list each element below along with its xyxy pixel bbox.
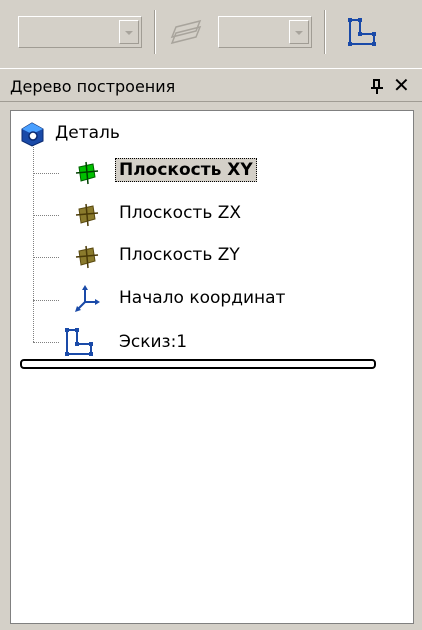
style-combo[interactable] (18, 16, 142, 48)
tree-connector (33, 215, 59, 216)
tree-item-label: Деталь (55, 123, 120, 143)
tree-connector (33, 300, 59, 301)
panel-header: Дерево построения ✕ (0, 68, 422, 102)
panel-title: Дерево построения (10, 77, 176, 96)
tree-item-root[interactable]: Деталь (19, 119, 219, 157)
layers-icon[interactable] (170, 17, 204, 47)
part-icon (21, 122, 44, 147)
toolbar (0, 0, 422, 68)
chevron-down-icon[interactable] (289, 20, 309, 44)
plane-icon (75, 161, 99, 185)
close-button[interactable]: ✕ (393, 75, 410, 95)
panel-splitter[interactable] (20, 359, 376, 369)
toolbar-separator (154, 10, 156, 54)
tree-connector (33, 342, 59, 343)
pin-icon[interactable] (369, 77, 385, 95)
tree-item-plane-xy[interactable]: Плоскость XY (59, 155, 299, 193)
tree-item-plane-zx[interactable]: Плоскость ZX (59, 197, 299, 235)
tree-item-origin[interactable]: Начало координат (59, 282, 339, 320)
tree-connector (33, 173, 59, 174)
tree-connector (33, 257, 59, 258)
tree-item-label: Начало координат (119, 288, 286, 308)
tree-item-label: Плоскость XY (115, 158, 257, 182)
tree-item-label: Плоскость ZX (119, 203, 242, 223)
plane-icon (75, 245, 99, 269)
origin-icon (75, 285, 100, 312)
tree-item-sketch[interactable]: Эскиз:1 (59, 324, 299, 362)
tree-item-label: Эскиз:1 (119, 332, 188, 352)
plane-icon (75, 203, 99, 227)
tree-item-label: Плоскость ZY (119, 245, 240, 265)
sketch-icon[interactable] (346, 16, 380, 48)
toolbar-separator (324, 10, 326, 54)
chevron-down-icon[interactable] (119, 20, 139, 44)
tree-item-plane-zy[interactable]: Плоскость ZY (59, 239, 299, 277)
sketch-icon (65, 328, 93, 356)
layer-combo[interactable] (218, 16, 312, 48)
